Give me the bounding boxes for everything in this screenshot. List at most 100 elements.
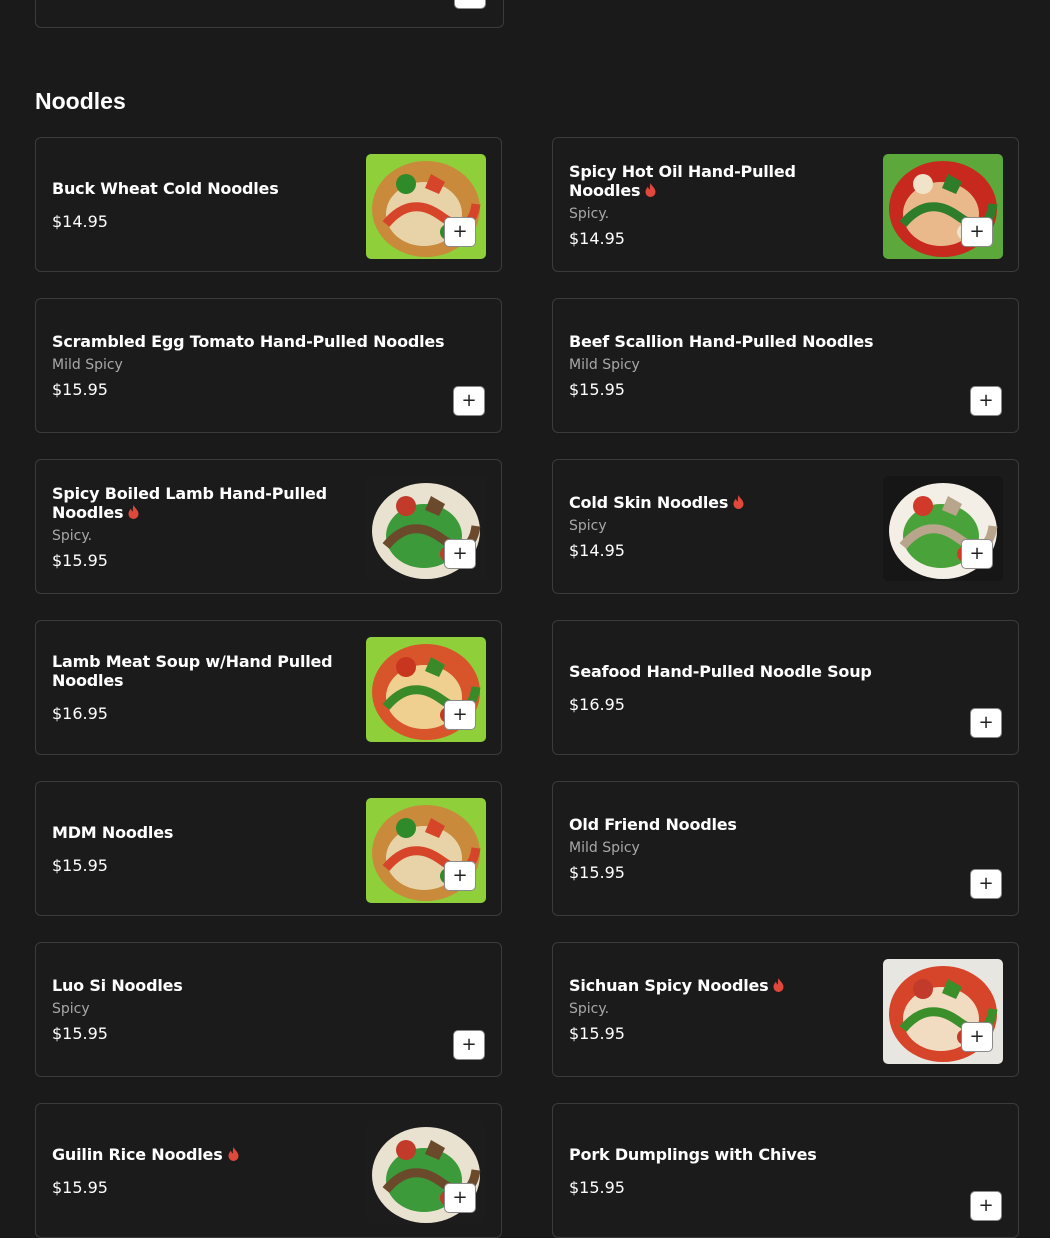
menu-item-card[interactable]: MDM Noodles $15.95 +: [35, 781, 502, 916]
add-to-cart-button[interactable]: +: [444, 217, 476, 247]
add-to-cart-button[interactable]: +: [453, 386, 485, 416]
menu-item-name: Seafood Hand-Pulled Noodle Soup: [569, 662, 989, 681]
add-to-cart-button[interactable]: +: [970, 708, 1002, 738]
flame-icon: [645, 182, 656, 197]
menu-item-info: Pork Dumplings with Chives $15.95: [569, 1104, 989, 1237]
menu-item-card[interactable]: Luo Si Noodles Spicy $15.95 +: [35, 942, 502, 1077]
menu-item-name: Pork Dumplings with Chives: [569, 1145, 989, 1164]
menu-item-description: Spicy: [52, 1001, 90, 1017]
add-to-cart-button[interactable]: +: [970, 386, 1002, 416]
menu-item-name: MDM Noodles: [52, 823, 352, 842]
menu-item-info: Sichuan Spicy Noodles Spicy. $15.95: [569, 943, 869, 1076]
menu-item-card[interactable]: Cold Skin Noodles Spicy $14.95 +: [552, 459, 1019, 594]
menu-item-price: $15.95: [52, 855, 108, 875]
menu-item-price: $15.95: [52, 380, 108, 399]
add-to-cart-button[interactable]: +: [444, 861, 476, 891]
menu-item-name: Beef Scallion Hand-Pulled Noodles: [569, 332, 989, 351]
menu-item-card[interactable]: Spicy Boiled Lamb Hand-Pulled Noodles Spi…: [35, 459, 502, 594]
add-to-cart-button[interactable]: +: [961, 217, 993, 247]
menu-item-description: Mild Spicy: [52, 357, 123, 373]
menu-item-info: Seafood Hand-Pulled Noodle Soup $16.95: [569, 621, 989, 754]
menu-item-price: $15.95: [569, 1024, 625, 1043]
add-to-cart-button[interactable]: +: [444, 539, 476, 569]
menu-item-info: Guilin Rice Noodles $15.95: [52, 1104, 352, 1237]
add-to-cart-button[interactable]: +: [961, 1022, 993, 1052]
menu-item-card[interactable]: Sichuan Spicy Noodles Spicy. $15.95 +: [552, 942, 1019, 1077]
menu-item-name-text: Spicy Hot Oil Hand-Pulled Noodles: [569, 161, 796, 200]
menu-item-description: Mild Spicy: [569, 840, 640, 856]
add-to-cart-button[interactable]: +: [454, 0, 486, 9]
menu-item-price: $14.95: [569, 228, 625, 248]
menu-item-card[interactable]: Old Friend Noodles Mild Spicy $15.95 +: [552, 781, 1019, 916]
menu-item-info: Luo Si Noodles Spicy $15.95: [52, 943, 472, 1076]
menu-item-name: Buck Wheat Cold Noodles: [52, 179, 352, 198]
menu-item-name-text: Buck Wheat Cold Noodles: [52, 178, 279, 198]
menu-item-name-text: Spicy Boiled Lamb Hand-Pulled Noodles: [52, 483, 327, 522]
menu-item-name-text: MDM Noodles: [52, 822, 174, 842]
menu-item-info: Buck Wheat Cold Noodles $14.95: [52, 138, 352, 271]
menu-item-info: Lamb Meat Soup w/Hand Pulled Noodles $16.…: [52, 621, 352, 754]
menu-item-name-text: Guilin Rice Noodles: [52, 1144, 223, 1164]
menu-item-description: Mild Spicy: [569, 357, 640, 373]
add-to-cart-button[interactable]: +: [453, 1030, 485, 1060]
menu-item-name-text: Cold Skin Noodles: [569, 493, 729, 512]
menu-item-info: Cold Skin Noodles Spicy $14.95: [569, 460, 869, 593]
menu-item-name: Spicy Boiled Lamb Hand-Pulled Noodles: [52, 484, 352, 522]
menu-item-card[interactable]: Guilin Rice Noodles $15.95 +: [35, 1103, 502, 1238]
menu-item-info: Old Friend Noodles Mild Spicy $15.95: [569, 782, 989, 915]
menu-item-card[interactable]: Lamb Meat Soup w/Hand Pulled Noodles $16.…: [35, 620, 502, 755]
add-to-cart-button[interactable]: +: [444, 1183, 476, 1213]
flame-icon: [773, 977, 784, 992]
menu-item-card[interactable]: Seafood Hand-Pulled Noodle Soup $16.95 +: [552, 620, 1019, 755]
menu-item-name: Cold Skin Noodles: [569, 493, 869, 512]
menu-item-info: Beef Scallion Hand-Pulled Noodles Mild Sp…: [569, 299, 989, 432]
menu-item-price: $14.95: [569, 541, 625, 560]
menu-item-description: Spicy.: [569, 205, 610, 222]
menu-item-name-text: Old Friend Noodles: [569, 815, 737, 834]
menu-item-info: MDM Noodles $15.95: [52, 782, 352, 915]
menu-item-name: Luo Si Noodles: [52, 976, 472, 995]
menu-item-info: Spicy Boiled Lamb Hand-Pulled Noodles Spi…: [52, 460, 352, 593]
menu-item-card[interactable]: Pork Dumplings with Chives $15.95 +: [552, 1103, 1019, 1238]
flame-icon: [228, 1146, 239, 1161]
menu-item-card[interactable]: Scrambled Egg Tomato Hand-Pulled Noodles…: [35, 298, 502, 433]
menu-item-price: $15.95: [569, 380, 625, 399]
menu-item-card[interactable]: Spicy Hot Oil Hand-Pulled Noodles Spicy. $…: [552, 137, 1019, 272]
menu-item-name: Scrambled Egg Tomato Hand-Pulled Noodles: [52, 332, 472, 351]
menu-item-name-text: Seafood Hand-Pulled Noodle Soup: [569, 661, 872, 681]
menu-item-name: Spicy Hot Oil Hand-Pulled Noodles: [569, 162, 869, 200]
flame-icon: [128, 504, 139, 519]
menu-item-name: Sichuan Spicy Noodles: [569, 976, 869, 995]
menu-item-name-text: Luo Si Noodles: [52, 976, 183, 995]
menu-item-price: $15.95: [52, 1024, 108, 1043]
menu-item-price: $15.95: [569, 863, 625, 882]
menu-item-info: Scrambled Egg Tomato Hand-Pulled Noodles…: [52, 299, 472, 432]
menu-item-name-text: Sichuan Spicy Noodles: [569, 976, 769, 995]
menu-item-price: $15.95: [52, 550, 108, 570]
menu-item-price: $15.95: [52, 1177, 108, 1197]
flame-icon: [733, 494, 744, 509]
add-to-cart-button[interactable]: +: [961, 539, 993, 569]
menu-item-price: $15.95: [569, 1177, 625, 1197]
menu-item-card[interactable]: Beef Scallion Hand-Pulled Noodles Mild Sp…: [552, 298, 1019, 433]
menu-item-info: Spicy Hot Oil Hand-Pulled Noodles Spicy. $…: [569, 138, 869, 271]
menu-item-price: $16.95: [569, 694, 625, 714]
menu-item-card[interactable]: Buck Wheat Cold Noodles $14.95 +: [35, 137, 502, 272]
section-title: Noodles: [35, 88, 126, 114]
menu-item-description: Spicy: [569, 518, 607, 534]
menu-item-price: $16.95: [52, 704, 108, 723]
menu-item-name-text: Pork Dumplings with Chives: [569, 1144, 817, 1164]
add-to-cart-button[interactable]: +: [970, 869, 1002, 899]
menu-item-name-text: Beef Scallion Hand-Pulled Noodles: [569, 332, 874, 351]
menu-item-name-text: Lamb Meat Soup w/Hand Pulled Noodles: [52, 652, 333, 690]
previous-section-card: +: [35, 0, 504, 28]
add-to-cart-button[interactable]: +: [970, 1191, 1002, 1221]
menu-item-name: Lamb Meat Soup w/Hand Pulled Noodles: [52, 652, 352, 690]
menu-item-name-text: Scrambled Egg Tomato Hand-Pulled Noodles: [52, 332, 445, 351]
menu-item-description: Spicy.: [569, 1001, 610, 1017]
menu-item-name: Old Friend Noodles: [569, 815, 989, 834]
add-to-cart-button[interactable]: +: [444, 700, 476, 730]
menu-item-name: Guilin Rice Noodles: [52, 1145, 352, 1164]
menu-item-price: $14.95: [52, 211, 108, 231]
menu-item-description: Spicy.: [52, 527, 93, 544]
